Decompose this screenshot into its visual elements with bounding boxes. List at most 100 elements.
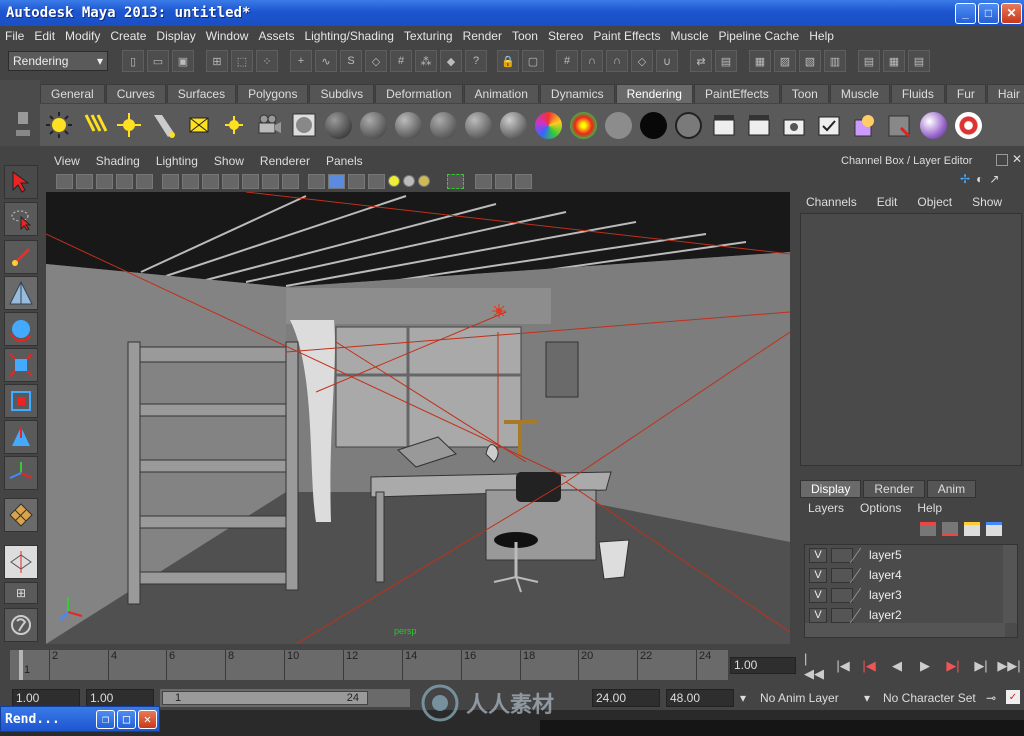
anisotropic-shader-ball-icon[interactable] [357, 109, 390, 142]
float-panel-icon[interactable] [996, 154, 1008, 166]
viewport-menu-view[interactable]: View [46, 154, 88, 168]
shelf-tab-dynamics[interactable]: Dynamics [539, 84, 615, 103]
viewport-menu-renderer[interactable]: Renderer [252, 154, 318, 168]
lambert-shader-ball-icon[interactable] [427, 109, 460, 142]
menu-muscle[interactable]: Muscle [666, 29, 714, 43]
range-slider[interactable]: 1 24 [160, 689, 410, 707]
shadows-icon[interactable] [418, 175, 430, 187]
layer-list-vscrollbar[interactable] [1003, 545, 1017, 623]
menu-pipeline-cache[interactable]: Pipeline Cache [714, 29, 805, 43]
shelf-tab-hair[interactable]: Hair [986, 84, 1024, 103]
textured-icon[interactable] [368, 173, 385, 189]
layer-tab-anim[interactable]: Anim [926, 480, 977, 498]
shading-map-ball-icon[interactable] [602, 109, 635, 142]
layer-playback-toggle[interactable] [831, 567, 853, 583]
use-background-ball-icon[interactable] [672, 109, 705, 142]
show-attribute-editor-icon[interactable]: ▤ [858, 50, 880, 72]
snap-view-plane-icon[interactable]: ◇ [631, 50, 653, 72]
menu-file[interactable]: File [0, 29, 29, 43]
close-button[interactable]: ✕ [1001, 2, 1022, 24]
layer-row[interactable]: V layer3 [805, 585, 1017, 605]
render-settings-shelf-icon[interactable] [812, 109, 845, 142]
channel-box-menu-edit[interactable]: Edit [867, 195, 908, 209]
blinn-shader-ball-icon[interactable] [392, 109, 425, 142]
film-gate-icon[interactable] [182, 173, 199, 189]
hypershade-icon[interactable] [287, 109, 320, 142]
area-light-icon[interactable] [182, 109, 215, 142]
menu-edit[interactable]: Edit [29, 29, 60, 43]
menu-set-selector[interactable]: Rendering ▾ [8, 51, 108, 71]
snap-curve-icon[interactable]: ∩ [581, 50, 603, 72]
resolution-gate-icon[interactable] [202, 173, 219, 189]
menu-render[interactable]: Render [458, 29, 507, 43]
batch-render-icon[interactable] [777, 109, 810, 142]
shelf-tab-fur[interactable]: Fur [945, 84, 986, 103]
shelf-tabs-icon[interactable] [16, 130, 30, 136]
image-plane-icon[interactable] [116, 173, 133, 189]
render-view-icon[interactable]: ▦ [749, 50, 771, 72]
shelf-tab-curves[interactable]: Curves [105, 84, 166, 103]
hardware-fog-icon[interactable] [515, 173, 532, 189]
channel-box-panel[interactable] [800, 213, 1022, 466]
select-rendering-icon[interactable]: ◆ [440, 50, 462, 72]
render-current-frame-icon[interactable]: ▨ [774, 50, 796, 72]
taskbutton-close-icon[interactable]: ✕ [138, 709, 157, 729]
layer-playback-toggle[interactable] [831, 547, 853, 563]
select-object-icon[interactable]: ⬚ [231, 50, 253, 72]
layer-tab-render[interactable]: Render [863, 480, 925, 498]
menu-paint-effects[interactable]: Paint Effects [588, 29, 665, 43]
perspective-viewport[interactable]: persp [46, 192, 790, 644]
select-tool-icon[interactable] [4, 165, 38, 199]
use-all-lights-icon[interactable] [403, 175, 415, 187]
shelf-tab-deformation[interactable]: Deformation [375, 84, 463, 103]
render-window-taskbutton[interactable]: Rend... ❐ □ ✕ [0, 706, 160, 732]
layer-menu-options[interactable]: Options [852, 501, 909, 515]
step-back-frame-icon[interactable]: |◀ [832, 656, 854, 676]
camera-attributes-icon[interactable] [76, 173, 93, 189]
menu-lighting-shading[interactable]: Lighting/Shading [299, 29, 398, 43]
taskbutton-maximize-icon[interactable]: □ [117, 709, 136, 729]
shelf-menu-icon[interactable] [18, 112, 28, 124]
show-channel-box-icon[interactable]: ▤ [908, 50, 930, 72]
layer-menu-help[interactable]: Help [909, 501, 950, 515]
shelf-tab-toon[interactable]: Toon [780, 84, 829, 103]
select-dynamics-icon[interactable]: ⁂ [415, 50, 437, 72]
select-component-icon[interactable]: ⁘ [256, 50, 278, 72]
gate-mask-icon[interactable] [222, 173, 239, 189]
range-slider-handle[interactable]: 1 24 [162, 691, 368, 705]
menu-stereo[interactable]: Stereo [543, 29, 588, 43]
animation-start-time-field[interactable]: 1.00 [12, 689, 80, 707]
light-linking-icon[interactable] [917, 109, 950, 142]
outliner-layout-icon[interactable] [4, 608, 38, 642]
animation-end-time-field[interactable]: 48.00 [666, 689, 734, 707]
isolate-select-icon[interactable] [447, 173, 464, 189]
open-scene-icon[interactable]: ▭ [147, 50, 169, 72]
step-forward-frame-icon[interactable]: ▶| [970, 656, 992, 676]
camera-icon[interactable] [252, 109, 285, 142]
directional-light-icon[interactable] [77, 109, 110, 142]
ipr-render-icon[interactable]: ▧ [799, 50, 821, 72]
layer-row[interactable]: V layer2 [805, 605, 1017, 625]
xray-joints-icon[interactable] [495, 173, 512, 189]
layer-visibility-toggle[interactable]: V [809, 567, 827, 583]
menu-modify[interactable]: Modify [60, 29, 105, 43]
render-settings-icon[interactable]: ▥ [824, 50, 846, 72]
layer-playback-toggle[interactable] [831, 587, 853, 603]
ambient-light-icon[interactable] [42, 109, 75, 142]
snap-point-icon[interactable]: ∩ [606, 50, 628, 72]
phonge-shader-ball-icon[interactable] [532, 109, 565, 142]
xray-icon[interactable] [475, 173, 492, 189]
single-perspective-layout-icon[interactable] [4, 545, 38, 579]
volume-light-icon[interactable] [217, 109, 250, 142]
ipr-clapper-icon[interactable] [742, 109, 775, 142]
menu-display[interactable]: Display [151, 29, 200, 43]
close-panel-icon[interactable]: ✕ [1012, 152, 1022, 166]
shelf-tab-general[interactable]: General [40, 84, 105, 103]
four-view-layout-icon[interactable]: ⊞ [4, 582, 38, 604]
shelf-tab-subdivs[interactable]: Subdivs [309, 84, 375, 103]
render-layer-icon[interactable] [847, 109, 880, 142]
shelf-tab-polygons[interactable]: Polygons [237, 84, 309, 103]
highlight-selection-icon[interactable]: ▢ [522, 50, 544, 72]
step-forward-key-icon[interactable]: ▶| [942, 656, 964, 676]
wireframe-icon[interactable] [308, 173, 325, 189]
